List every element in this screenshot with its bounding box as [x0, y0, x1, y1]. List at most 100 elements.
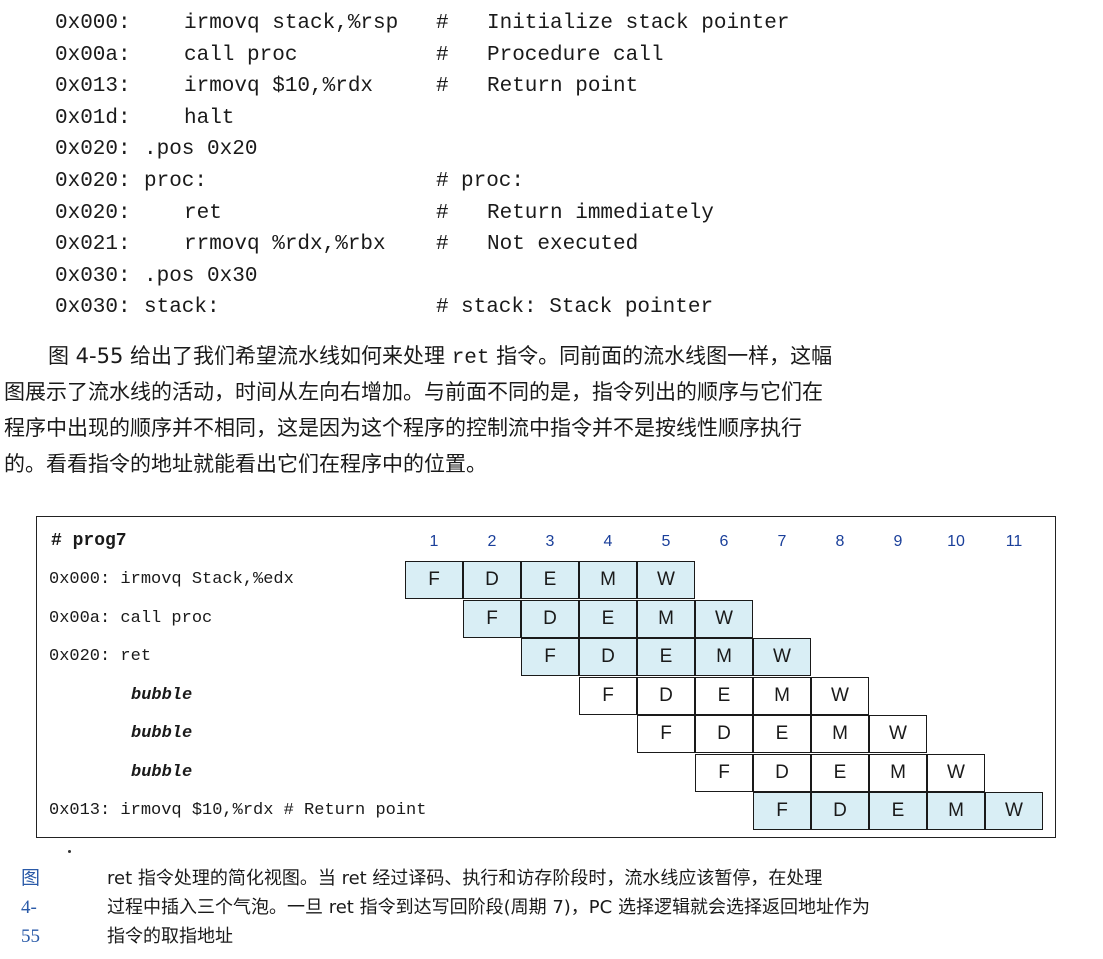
instruction-label: 0x000: irmovq Stack,%edx [49, 570, 294, 589]
stray-dot [68, 850, 71, 853]
stage-cell-e: E [811, 753, 869, 792]
bubble-label: bubble [131, 762, 193, 782]
code-address: 0x020: [55, 138, 131, 162]
code-comment: Not executed [487, 233, 639, 257]
code-instruction: irmovq $10,%rdx [184, 75, 374, 99]
code-address: 0x01d: [55, 106, 131, 130]
stage-cell-f: F [521, 638, 579, 676]
caption-number: 图 4-55 [21, 868, 41, 947]
stage-cell-d: D [753, 753, 811, 792]
caption-text: ret 指令处理的简化视图。当 ret 经过译码、执行和访存阶段时，流水线应该暂… [107, 864, 1103, 951]
stage-cell-e: E [869, 792, 927, 830]
stage-cell-f: F [405, 561, 463, 599]
stage-cell-m: M [927, 792, 985, 830]
stage-cell-m: M [695, 638, 753, 676]
stage-cell-f: F [753, 792, 811, 830]
stage-cell-w: W [811, 676, 869, 715]
comment-marker: # [436, 12, 449, 35]
caption-line: 过程中插入三个气泡。一旦 ret 指令到达写回阶段(周期 7)，PC 选择逻辑就… [107, 897, 870, 918]
stage-cell-e: E [579, 599, 637, 638]
comment-marker: # [436, 233, 449, 257]
stage-cell-f: F [637, 715, 695, 753]
stage-cell-w: W [985, 792, 1043, 830]
stage-cell-d: D [695, 715, 753, 753]
code-address: 0x020: [55, 169, 131, 193]
stage-cell-e: E [637, 638, 695, 676]
stage-cell-m: M [579, 561, 637, 599]
code-comment: Initialize stack pointer [487, 12, 790, 35]
stage-cell-d: D [521, 599, 579, 638]
stage-cell-d: D [637, 676, 695, 715]
stage-cell-f: F [695, 753, 753, 792]
code-comment: stack: Stack pointer [461, 296, 714, 320]
code-address: 0x000: [55, 12, 131, 35]
instruction-label: 0x020: ret [49, 647, 152, 666]
bubble-label: bubble [131, 724, 193, 743]
code-address: 0x020: [55, 201, 131, 225]
comment-marker: # [436, 43, 449, 67]
instruction-label: 0x013: irmovq $10,%rdx # Return point [49, 801, 427, 820]
paragraph-line: 的。看看指令的地址就能看出它们在程序中的位置。 [4, 452, 487, 476]
cycle-number: 4 [603, 533, 613, 550]
stage-cell-w: W [927, 753, 985, 792]
code-address: 0x030: [55, 264, 131, 288]
code-comment: Return immediately [487, 201, 714, 225]
cycle-number: 5 [661, 533, 671, 550]
code-instruction: call proc [184, 43, 298, 67]
code-address: 0x00a: [55, 43, 131, 67]
caption-line: ret 指令处理的简化视图。当 ret 经过译码、执行和访存阶段时，流水线应该暂… [107, 868, 823, 889]
body-paragraph: 图 4-55 给出了我们希望流水线如何来处理 ret 指令。同前面的流水线图一样… [4, 338, 1100, 482]
stage-cell-e: E [753, 715, 811, 753]
cycle-number: 10 [947, 533, 965, 550]
bubble-label: bubble [131, 685, 193, 705]
code-comment: Procedure call [487, 43, 664, 67]
code-label: stack: [144, 296, 220, 320]
stage-cell-m: M [811, 715, 869, 753]
comment-marker: # [436, 169, 449, 193]
code-label: proc: [144, 169, 208, 193]
paragraph-line: 程序中出现的顺序并不相同，这是因为这个程序的控制流中指令并不是按线性顺序执行 [4, 416, 802, 440]
paragraph-line: 图 4-55 给出了我们希望流水线如何来处理 ret 指令。同前面的流水线图一样… [48, 344, 833, 370]
comment-marker: # [436, 75, 449, 99]
figure-title: # prog7 [51, 531, 127, 551]
stage-cell-m: M [637, 599, 695, 638]
comment-marker: # [436, 201, 449, 225]
stage-cell-f: F [463, 599, 521, 638]
stage-cell-d: D [463, 561, 521, 599]
code-label: .pos 0x20 [144, 138, 258, 162]
code-label: .pos 0x30 [144, 264, 258, 288]
pipeline-diagram: # prog7 1 2 3 4 5 6 7 8 9 10 11 0x000: irmovq Stack… [36, 516, 1056, 838]
stage-cell-m: M [753, 676, 811, 715]
stage-cell-w: W [753, 638, 811, 676]
stage-cell-w: W [695, 599, 753, 638]
cycle-number: 6 [719, 533, 729, 550]
stage-cell-d: D [811, 792, 869, 830]
code-instruction: rrmovq %rdx,%rbx [184, 233, 386, 257]
code-instruction: ret [184, 201, 222, 225]
stage-cell-f: F [579, 676, 637, 715]
cycle-number: 8 [835, 533, 845, 550]
code-instruction: irmovq stack,%rsp [184, 12, 399, 35]
cycle-number: 7 [777, 533, 787, 550]
code-instruction: halt [184, 106, 235, 130]
stage-cell-w: W [637, 561, 695, 599]
code-address: 0x021: [55, 233, 131, 257]
stage-cell-e: E [521, 561, 579, 599]
comment-marker: # [436, 296, 449, 320]
cycle-number: 9 [893, 533, 903, 550]
cycle-number: 3 [545, 533, 555, 550]
stage-cell-d: D [579, 638, 637, 676]
code-address: 0x030: [55, 296, 131, 320]
code-comment: proc: [461, 169, 525, 193]
stage-cell-m: M [869, 753, 927, 792]
stage-cell-w: W [869, 715, 927, 753]
instruction-label: 0x00a: call proc [49, 608, 213, 628]
caption-line: 指令的取指地址 [107, 926, 233, 947]
cycle-number: 2 [487, 533, 497, 550]
cycle-number: 1 [429, 533, 439, 550]
stage-cell-e: E [695, 676, 753, 715]
code-comment: Return point [487, 75, 639, 99]
code-address: 0x013: [55, 75, 131, 99]
paragraph-line: 图展示了流水线的活动，时间从左向右增加。与前面不同的是，指令列出的顺序与它们在 [4, 380, 823, 404]
cycle-number: 11 [1005, 533, 1023, 550]
